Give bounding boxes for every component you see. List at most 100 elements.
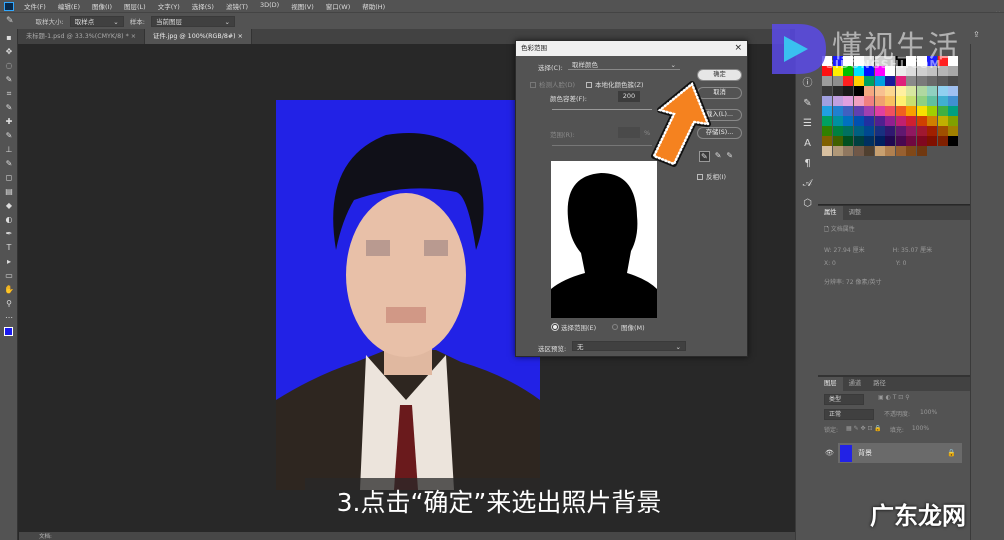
color-swatch[interactable] <box>937 116 948 126</box>
color-swatch[interactable] <box>853 126 864 136</box>
color-swatch[interactable] <box>906 146 916 156</box>
menu-item[interactable]: 文字(Y) <box>158 1 180 11</box>
color-swatch[interactable] <box>874 136 885 146</box>
sample-select[interactable]: 当前图层 ⌄ <box>150 15 235 27</box>
share-icon[interactable]: ⇪ <box>973 30 980 39</box>
color-swatch[interactable] <box>843 146 853 156</box>
tab-properties[interactable]: 属性 <box>818 206 843 220</box>
color-swatch[interactable] <box>822 126 832 136</box>
eyedropper-tool-icon[interactable]: ✎ <box>6 16 14 26</box>
color-swatch[interactable] <box>937 106 948 116</box>
gradient-tool-icon[interactable]: ▤ <box>4 187 14 197</box>
color-swatch[interactable] <box>895 96 906 106</box>
eyedropper-plus-icon[interactable]: ✎ <box>715 151 722 162</box>
color-swatch[interactable] <box>885 86 895 96</box>
color-swatch[interactable] <box>822 96 832 106</box>
eraser-tool-icon[interactable]: ◻ <box>4 173 14 183</box>
color-swatch[interactable] <box>885 96 895 106</box>
color-swatch[interactable] <box>843 86 853 96</box>
menu-item[interactable]: 滤镜(T) <box>226 1 248 11</box>
color-swatch[interactable] <box>948 66 958 76</box>
color-swatch[interactable] <box>906 126 916 136</box>
layer-row-background[interactable]: 👁 背景 🔒 <box>825 443 962 463</box>
color-swatch[interactable] <box>927 76 937 86</box>
color-swatch[interactable] <box>948 106 958 116</box>
color-swatch[interactable] <box>853 116 864 126</box>
color-swatch[interactable] <box>906 136 916 146</box>
menu-item[interactable]: 窗口(W) <box>326 1 351 11</box>
color-swatch[interactable] <box>822 106 832 116</box>
close-icon[interactable]: × <box>734 41 747 56</box>
color-swatch[interactable] <box>832 106 843 116</box>
filter-icons[interactable]: ▣ ◐ T ⊡ ⚲ <box>878 394 910 405</box>
eye-icon[interactable]: 👁 <box>825 449 834 457</box>
color-swatch[interactable] <box>864 106 874 116</box>
color-swatch[interactable] <box>853 76 864 86</box>
color-swatch[interactable] <box>885 106 895 116</box>
3d-icon[interactable]: ⬡ <box>796 194 819 214</box>
menu-item[interactable]: 选择(S) <box>192 1 214 11</box>
close-icon[interactable]: × <box>131 33 136 40</box>
color-swatch[interactable] <box>853 86 864 96</box>
color-swatch[interactable] <box>927 116 937 126</box>
rectangle-tool-icon[interactable]: ▭ <box>4 271 14 281</box>
color-swatch[interactable] <box>937 86 948 96</box>
color-swatch[interactable] <box>843 136 853 146</box>
type-tool-icon[interactable]: T <box>4 243 14 253</box>
marquee-tool-icon[interactable]: ✥ <box>4 47 14 57</box>
selection-preview-select[interactable]: 无 ⌄ <box>572 341 686 351</box>
color-swatch[interactable] <box>948 116 958 126</box>
lock-icons[interactable]: ▦ ✎ ✥ ⊡ 🔒 <box>846 425 882 434</box>
pen-tool-icon[interactable]: ✒ <box>4 229 14 239</box>
menu-item[interactable]: 编辑(E) <box>58 1 80 11</box>
color-swatch[interactable] <box>895 116 906 126</box>
color-swatch[interactable] <box>937 136 948 146</box>
color-swatch[interactable] <box>927 96 937 106</box>
color-swatch[interactable] <box>895 126 906 136</box>
color-swatch[interactable] <box>927 106 937 116</box>
color-swatch[interactable] <box>832 116 843 126</box>
color-swatch[interactable] <box>885 116 895 126</box>
color-swatch[interactable] <box>906 86 916 96</box>
color-swatch[interactable] <box>853 146 864 156</box>
color-swatch[interactable] <box>906 106 916 116</box>
color-swatch[interactable] <box>864 116 874 126</box>
color-swatch[interactable] <box>864 136 874 146</box>
color-swatch[interactable] <box>853 96 864 106</box>
color-swatch[interactable] <box>843 116 853 126</box>
color-swatch[interactable] <box>822 136 832 146</box>
color-swatch[interactable] <box>948 126 958 136</box>
color-swatch[interactable] <box>895 76 906 86</box>
color-swatch[interactable] <box>822 86 832 96</box>
color-swatch[interactable] <box>948 76 958 86</box>
photo-canvas[interactable] <box>276 100 540 490</box>
move-tool-icon[interactable]: ▪ <box>4 33 14 43</box>
color-swatch[interactable] <box>906 96 916 106</box>
color-swatch[interactable] <box>916 86 927 96</box>
sample-size-select[interactable]: 取样点 ⌄ <box>69 15 124 27</box>
color-swatch[interactable] <box>948 96 958 106</box>
color-swatch[interactable] <box>916 126 927 136</box>
adjustments-icon[interactable]: ☰ <box>796 114 819 134</box>
path-select-tool-icon[interactable]: ▸ <box>4 257 14 267</box>
tab-paths[interactable]: 路径 <box>867 377 892 391</box>
tab-untitled[interactable]: 未标题-1.psd @ 33.3%(CMYK/8) * × <box>18 29 146 44</box>
color-swatch[interactable] <box>948 86 958 96</box>
detect-faces-checkbox[interactable]: 检测人脸(D) <box>530 79 575 89</box>
color-swatch[interactable] <box>916 116 927 126</box>
color-swatch[interactable] <box>822 146 832 156</box>
menu-item[interactable]: 文件(F) <box>24 1 46 11</box>
color-swatch[interactable] <box>864 96 874 106</box>
tab-id-photo[interactable]: 证件.jpg @ 100%(RGB/8#) × <box>145 29 252 44</box>
color-swatch[interactable] <box>895 146 906 156</box>
color-swatch[interactable] <box>864 146 874 156</box>
color-swatch[interactable] <box>874 76 885 86</box>
color-swatch[interactable] <box>843 96 853 106</box>
color-swatch[interactable] <box>916 96 927 106</box>
color-swatch[interactable] <box>906 76 916 86</box>
color-swatch[interactable] <box>885 126 895 136</box>
color-swatch[interactable] <box>822 116 832 126</box>
color-swatch[interactable] <box>927 86 937 96</box>
opacity-input[interactable]: 100% <box>920 409 937 420</box>
color-swatch[interactable] <box>927 126 937 136</box>
